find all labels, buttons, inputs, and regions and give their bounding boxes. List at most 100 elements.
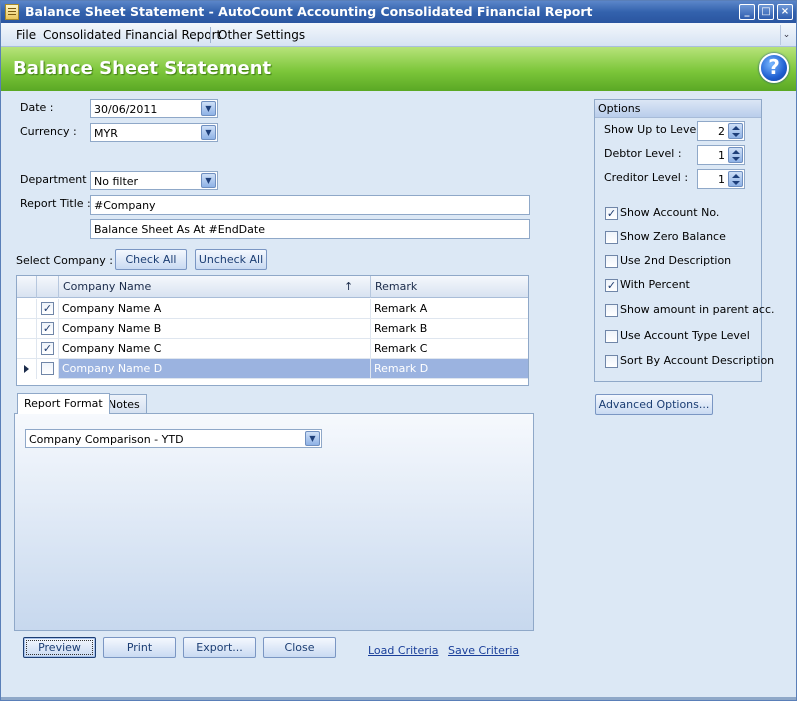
- report-format-select[interactable]: Company Comparison - YTD ▼: [25, 429, 322, 448]
- chevron-down-icon[interactable]: ▼: [201, 173, 216, 188]
- report-title-line2-input[interactable]: [91, 220, 529, 238]
- creditor-level-stepper[interactable]: 1: [697, 169, 745, 189]
- use-2nd-description-label: Use 2nd Description: [620, 254, 732, 267]
- remark-cell[interactable]: Remark C: [371, 339, 528, 359]
- grid-header: Company Name ↑ Remark: [17, 276, 528, 298]
- report-format-panel: Company Comparison - YTD ▼: [14, 413, 534, 631]
- remark-cell[interactable]: Remark D: [371, 359, 528, 379]
- row-check-cell: ✓: [37, 299, 59, 319]
- row-checkbox[interactable]: ✓: [41, 342, 54, 355]
- show-amount-parent-label: Show amount in parent acc.: [620, 303, 775, 316]
- company-name-cell[interactable]: Company Name B: [59, 319, 371, 339]
- spin-arrows-icon[interactable]: [728, 123, 743, 139]
- row-checkbox[interactable]: ✓: [41, 302, 54, 315]
- currency-select[interactable]: MYR ▼: [90, 123, 218, 142]
- use-account-type-level-label: Use Account Type Level: [620, 329, 750, 342]
- debtor-level-value: 1: [718, 149, 725, 162]
- row-check-cell: ✓: [37, 319, 59, 339]
- minimize-button[interactable]: _: [739, 4, 755, 20]
- currency-label: Currency :: [20, 125, 77, 138]
- date-picker[interactable]: 30/06/2011 ▼: [90, 99, 218, 118]
- menu-other-settings[interactable]: Other Settings: [218, 28, 305, 42]
- menu-overflow-chevron-icon[interactable]: ⌄: [780, 25, 792, 45]
- department-value: No filter: [94, 175, 139, 188]
- row-checkbox[interactable]: ✓: [41, 322, 54, 335]
- company-name-cell[interactable]: Company Name D: [59, 359, 371, 379]
- main-window: Balance Sheet Statement - AutoCount Acco…: [0, 0, 797, 701]
- sort-by-account-description-label: Sort By Account Description: [620, 354, 775, 367]
- sort-ascending-icon: ↑: [344, 280, 354, 293]
- remark-cell[interactable]: Remark A: [371, 299, 528, 319]
- save-criteria-link[interactable]: Save Criteria: [448, 644, 519, 657]
- department-select[interactable]: No filter ▼: [90, 171, 218, 190]
- creditor-level-label: Creditor Level :: [604, 171, 689, 184]
- table-row[interactable]: ✓ Company Name A Remark A: [17, 299, 528, 319]
- show-zero-balance-label: Show Zero Balance: [620, 230, 726, 243]
- help-icon[interactable]: ?: [759, 53, 789, 83]
- show-up-to-level-stepper[interactable]: 2: [697, 121, 745, 141]
- options-title: Options: [595, 100, 761, 118]
- row-indicator: [17, 339, 37, 359]
- row-indicator: [17, 319, 37, 339]
- report-title-line1-input[interactable]: [91, 196, 529, 214]
- with-percent-checkbox[interactable]: ✓: [605, 279, 618, 292]
- load-criteria-link[interactable]: Load Criteria: [368, 644, 439, 657]
- row-check-cell: ✓: [37, 339, 59, 359]
- chevron-down-icon[interactable]: ▼: [201, 125, 216, 140]
- close-window-button[interactable]: ×: [777, 4, 793, 20]
- company-grid: Company Name ↑ Remark ✓ Company Name A R…: [16, 275, 529, 386]
- row-indicator: [17, 299, 37, 319]
- app-document-icon: [5, 4, 19, 20]
- options-panel: Options Show Up to Level 2 Debtor Level …: [594, 99, 775, 382]
- row-check-cell: [37, 359, 59, 379]
- company-name-cell[interactable]: Company Name A: [59, 299, 371, 319]
- menu-file[interactable]: File: [16, 28, 36, 42]
- company-name-cell[interactable]: Company Name C: [59, 339, 371, 359]
- preview-button-label: Preview: [26, 640, 93, 655]
- date-label: Date :: [20, 101, 54, 114]
- check-all-button[interactable]: Check All: [115, 249, 187, 270]
- with-percent-label: With Percent: [620, 278, 690, 291]
- menu-consolidated-financial-report[interactable]: Consolidated Financial Report: [43, 28, 221, 42]
- show-amount-parent-checkbox[interactable]: [605, 304, 618, 317]
- creditor-level-value: 1: [718, 173, 725, 186]
- remark-cell[interactable]: Remark B: [371, 319, 528, 339]
- window-bottom-border: [1, 697, 796, 700]
- close-button[interactable]: Close: [263, 637, 336, 658]
- select-company-label: Select Company :: [16, 254, 113, 267]
- table-row[interactable]: Company Name D Remark D: [17, 359, 528, 379]
- row-indicator: [17, 359, 37, 379]
- spin-arrows-icon[interactable]: [728, 171, 743, 187]
- page-title: Balance Sheet Statement: [13, 58, 272, 79]
- print-button[interactable]: Print: [103, 637, 176, 658]
- use-2nd-description-checkbox[interactable]: [605, 255, 618, 268]
- table-row[interactable]: ✓ Company Name B Remark B: [17, 319, 528, 339]
- report-title-line2-field[interactable]: [90, 219, 530, 239]
- row-checkbox[interactable]: [41, 362, 54, 375]
- export-button[interactable]: Export...: [183, 637, 256, 658]
- preview-button[interactable]: Preview: [23, 637, 96, 658]
- report-format-value: Company Comparison - YTD: [29, 433, 184, 446]
- grid-header-indicator: [17, 276, 37, 298]
- debtor-level-stepper[interactable]: 1: [697, 145, 745, 165]
- advanced-options-button[interactable]: Advanced Options...: [595, 394, 713, 415]
- grid-header-check[interactable]: [37, 276, 59, 298]
- chevron-down-icon[interactable]: ▼: [201, 101, 216, 116]
- use-account-type-level-checkbox[interactable]: [605, 330, 618, 343]
- sort-by-account-description-checkbox[interactable]: [605, 355, 618, 368]
- report-title-label: Report Title :: [20, 197, 91, 210]
- report-title-line1-field[interactable]: [90, 195, 530, 215]
- tab-report-format[interactable]: Report Format: [17, 393, 110, 414]
- column-header-remark[interactable]: Remark: [371, 276, 528, 298]
- page-header: Balance Sheet Statement: [1, 47, 796, 91]
- current-row-arrow-icon: [24, 365, 29, 373]
- spin-arrows-icon[interactable]: [728, 147, 743, 163]
- column-header-company-name[interactable]: Company Name ↑: [59, 276, 371, 298]
- table-row[interactable]: ✓ Company Name C Remark C: [17, 339, 528, 359]
- show-zero-balance-checkbox[interactable]: [605, 231, 618, 244]
- maximize-button[interactable]: □: [758, 4, 774, 20]
- uncheck-all-button[interactable]: Uncheck All: [195, 249, 267, 270]
- show-account-no-checkbox[interactable]: ✓: [605, 207, 618, 220]
- chevron-down-icon[interactable]: ▼: [305, 431, 320, 446]
- show-account-no-label: Show Account No.: [620, 206, 720, 219]
